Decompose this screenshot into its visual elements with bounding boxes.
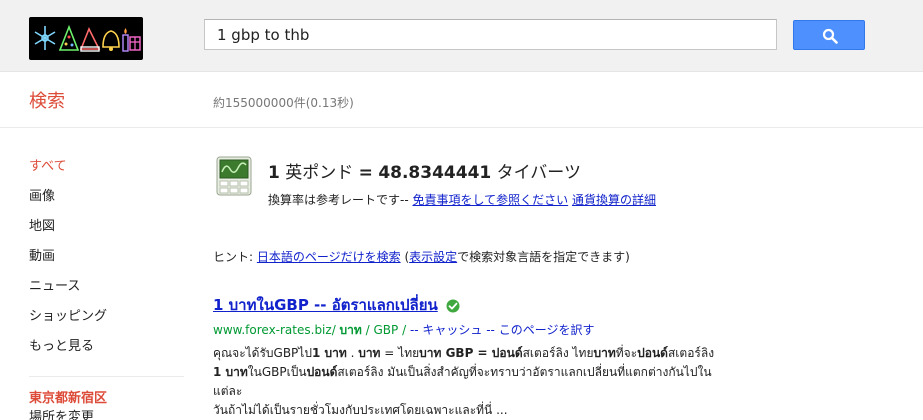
hint-suffix: で検索対象言語を指定できます) <box>457 250 630 264</box>
currency-chart-icon <box>216 156 252 196</box>
holiday-doodle-logo[interactable] <box>29 17 143 60</box>
url-text: www.forex-rates.biz/ <box>213 323 340 337</box>
snippet-bold: ปอนด์ <box>306 365 338 379</box>
header-bar <box>0 0 923 72</box>
nav-item-maps[interactable]: 地図 <box>29 215 189 245</box>
magnifier-icon <box>822 28 838 44</box>
snippet-bold: บาท GBP = ปอนด์ <box>419 346 523 360</box>
snippet-text: คุณจะได้รับGBPไป <box>213 346 312 360</box>
to-amount: 48.8344441 <box>378 163 492 183</box>
currency-details-link[interactable]: 通貨換算の詳細 <box>572 193 656 207</box>
nav-item-shopping[interactable]: ショッピング <box>29 305 189 335</box>
snippet-line-1: คุณจะได้รับGBPไป1 บาท . บาท = ไทยบาท GBP… <box>213 344 733 363</box>
snippet-text: ในGBPเป็น <box>247 365 307 379</box>
nav-item-news[interactable]: ニュース <box>29 275 189 305</box>
snippet-bold: 1 บาท <box>311 346 347 360</box>
left-nav: すべて 画像 地図 動画 ニュース ショッピング もっと見る <box>29 155 189 365</box>
note-prefix: 換算率は参考レートです-- <box>268 193 413 207</box>
snippet-line-2: 1 บาทในGBPเป็นปอนด์สเตอร์ลิง มันเป็นสิ่ง… <box>213 363 733 401</box>
snippet-line-3: วันถ้าไม่ได้เป็นรายชั่วโมงกับประเทศโดยเฉ… <box>213 403 508 417</box>
result-stats: 約155000000件(0.13秒) <box>213 96 354 110</box>
location-change-link[interactable]: 場所を変更 <box>29 406 94 420</box>
result-title-link[interactable]: 1 บาทในGBP -- อัตราแลกเปลี่ยน <box>213 296 438 314</box>
section-title: 検索 <box>29 91 65 112</box>
preferences-link[interactable]: 表示設定 <box>409 250 457 264</box>
search-input[interactable] <box>205 20 776 49</box>
conversion-result: 1 英ポンド = 48.8344441 タイバーツ <box>268 158 581 183</box>
nav-item-more[interactable]: もっと見る <box>29 335 189 365</box>
nav-item-all[interactable]: すべて <box>29 155 189 185</box>
snippet-bold: ปอนด์ <box>637 346 668 360</box>
snippet-text: . <box>346 346 359 360</box>
location-title: 東京都新宿区 <box>29 391 108 406</box>
from-unit: 英ポンド <box>285 163 354 183</box>
search-button[interactable] <box>793 20 865 50</box>
hint-prefix: ヒント: <box>213 250 257 264</box>
url-bold: บาท <box>339 323 362 337</box>
snippet-text: = ไทย <box>380 346 420 360</box>
snippet-text: สเตอร์ลิง ไทย <box>522 346 594 360</box>
snippet-bold: บาท <box>593 346 616 360</box>
equals-sign: = <box>358 163 373 183</box>
nav-item-videos[interactable]: 動画 <box>29 245 189 275</box>
to-unit: タイバーツ <box>496 163 581 183</box>
japanese-only-link[interactable]: 日本語のページだけを検索 <box>257 250 401 264</box>
result-title: 1 บาทในGBP -- อัตราแลกเปลี่ยน <box>213 293 460 317</box>
url-mid: / GBP / <box>361 323 407 337</box>
snippet-bold: 1 บาท <box>213 365 248 379</box>
subheader: 検索 約155000000件(0.13秒) <box>0 72 923 128</box>
language-hint: ヒント: 日本語のページだけを検索 (表示設定で検索対象言語を指定できます) <box>213 248 630 265</box>
conversion-note: 換算率は参考レートです-- 免責事項をして参照ください 通貨換算の詳細 <box>268 191 656 208</box>
snippet-bold: บาท <box>358 346 381 360</box>
hint-middle: ( <box>400 250 410 264</box>
nav-item-images[interactable]: 画像 <box>29 185 189 215</box>
result-snippet: คุณจะได้รับGBPไป1 บาท . บาท = ไทยบาท GBP… <box>213 344 733 420</box>
snippet-text: สเตอร์ลิง <box>667 346 715 360</box>
search-box[interactable] <box>204 19 777 50</box>
check-icon <box>446 299 460 312</box>
snippet-text: ที่จะ <box>615 346 638 360</box>
disclaimer-link[interactable]: 免責事項をして参照ください <box>412 193 568 207</box>
cache-translate-links[interactable]: -- キャッシュ -- このページを訳す <box>410 323 595 337</box>
result-url: www.forex-rates.biz/ บาท / GBP / -- キャッシ… <box>213 321 594 340</box>
nav-divider <box>29 376 184 377</box>
from-amount: 1 <box>268 163 280 183</box>
